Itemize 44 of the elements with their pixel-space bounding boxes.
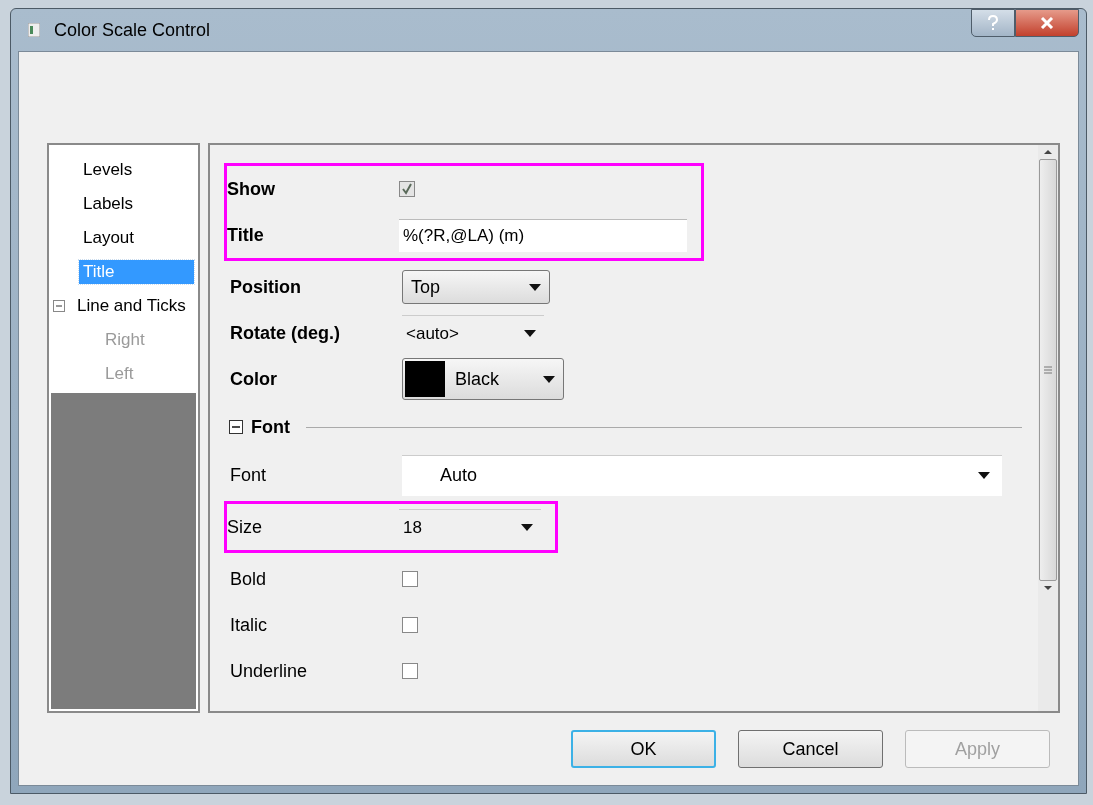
window-title: Color Scale Control [54,19,211,41]
dropdown[interactable]: <auto> [402,314,544,352]
tree-item[interactable]: Layout [79,226,139,250]
property-label: Color [230,368,278,390]
scroll-down-icon[interactable] [1043,585,1053,591]
checkbox[interactable] [402,617,418,633]
property-label: Font [230,464,268,486]
scroll-thumb[interactable] [1039,159,1057,581]
check-icon [401,183,413,195]
property-label: Position [230,276,302,298]
caret-icon [543,375,555,383]
caret-icon [529,283,541,291]
tree-item[interactable]: Line and Ticks [73,294,190,318]
collapse-icon[interactable] [229,420,243,434]
dropdown[interactable]: Top [402,270,550,304]
tree-item[interactable]: Labels [79,192,138,216]
text-field[interactable]: %(?R,@LA) (m) [399,218,687,252]
grip-icon [1044,366,1052,374]
close-icon [1040,17,1054,29]
checkbox[interactable] [402,663,418,679]
property-label: Underline [230,660,309,682]
dropdown[interactable]: Auto [402,454,1002,496]
property-label: Rotate (deg.) [230,322,341,344]
property-label: Title [227,224,265,246]
property-label: Italic [230,614,268,636]
section-label: Font [251,416,290,438]
scroll-bar[interactable] [1038,145,1058,711]
dialog-button[interactable]: Cancel [738,730,883,768]
property-label: Bold [230,568,268,590]
help-button[interactable] [971,9,1015,37]
checkbox[interactable] [402,571,418,587]
window-icon [28,23,40,37]
tree-item[interactable]: Levels [79,158,137,182]
help-icon [987,15,999,31]
scroll-up-icon[interactable] [1043,149,1053,155]
caret-icon [524,330,536,337]
dropdown[interactable]: 18 [399,508,541,546]
caret-icon [978,472,990,479]
color-dropdown[interactable]: Black [402,358,564,400]
close-button[interactable] [1015,9,1079,37]
dialog-button[interactable]: OK [571,730,716,768]
property-label: Show [227,178,276,200]
caret-icon [521,524,533,531]
property-label: Size [227,516,263,538]
